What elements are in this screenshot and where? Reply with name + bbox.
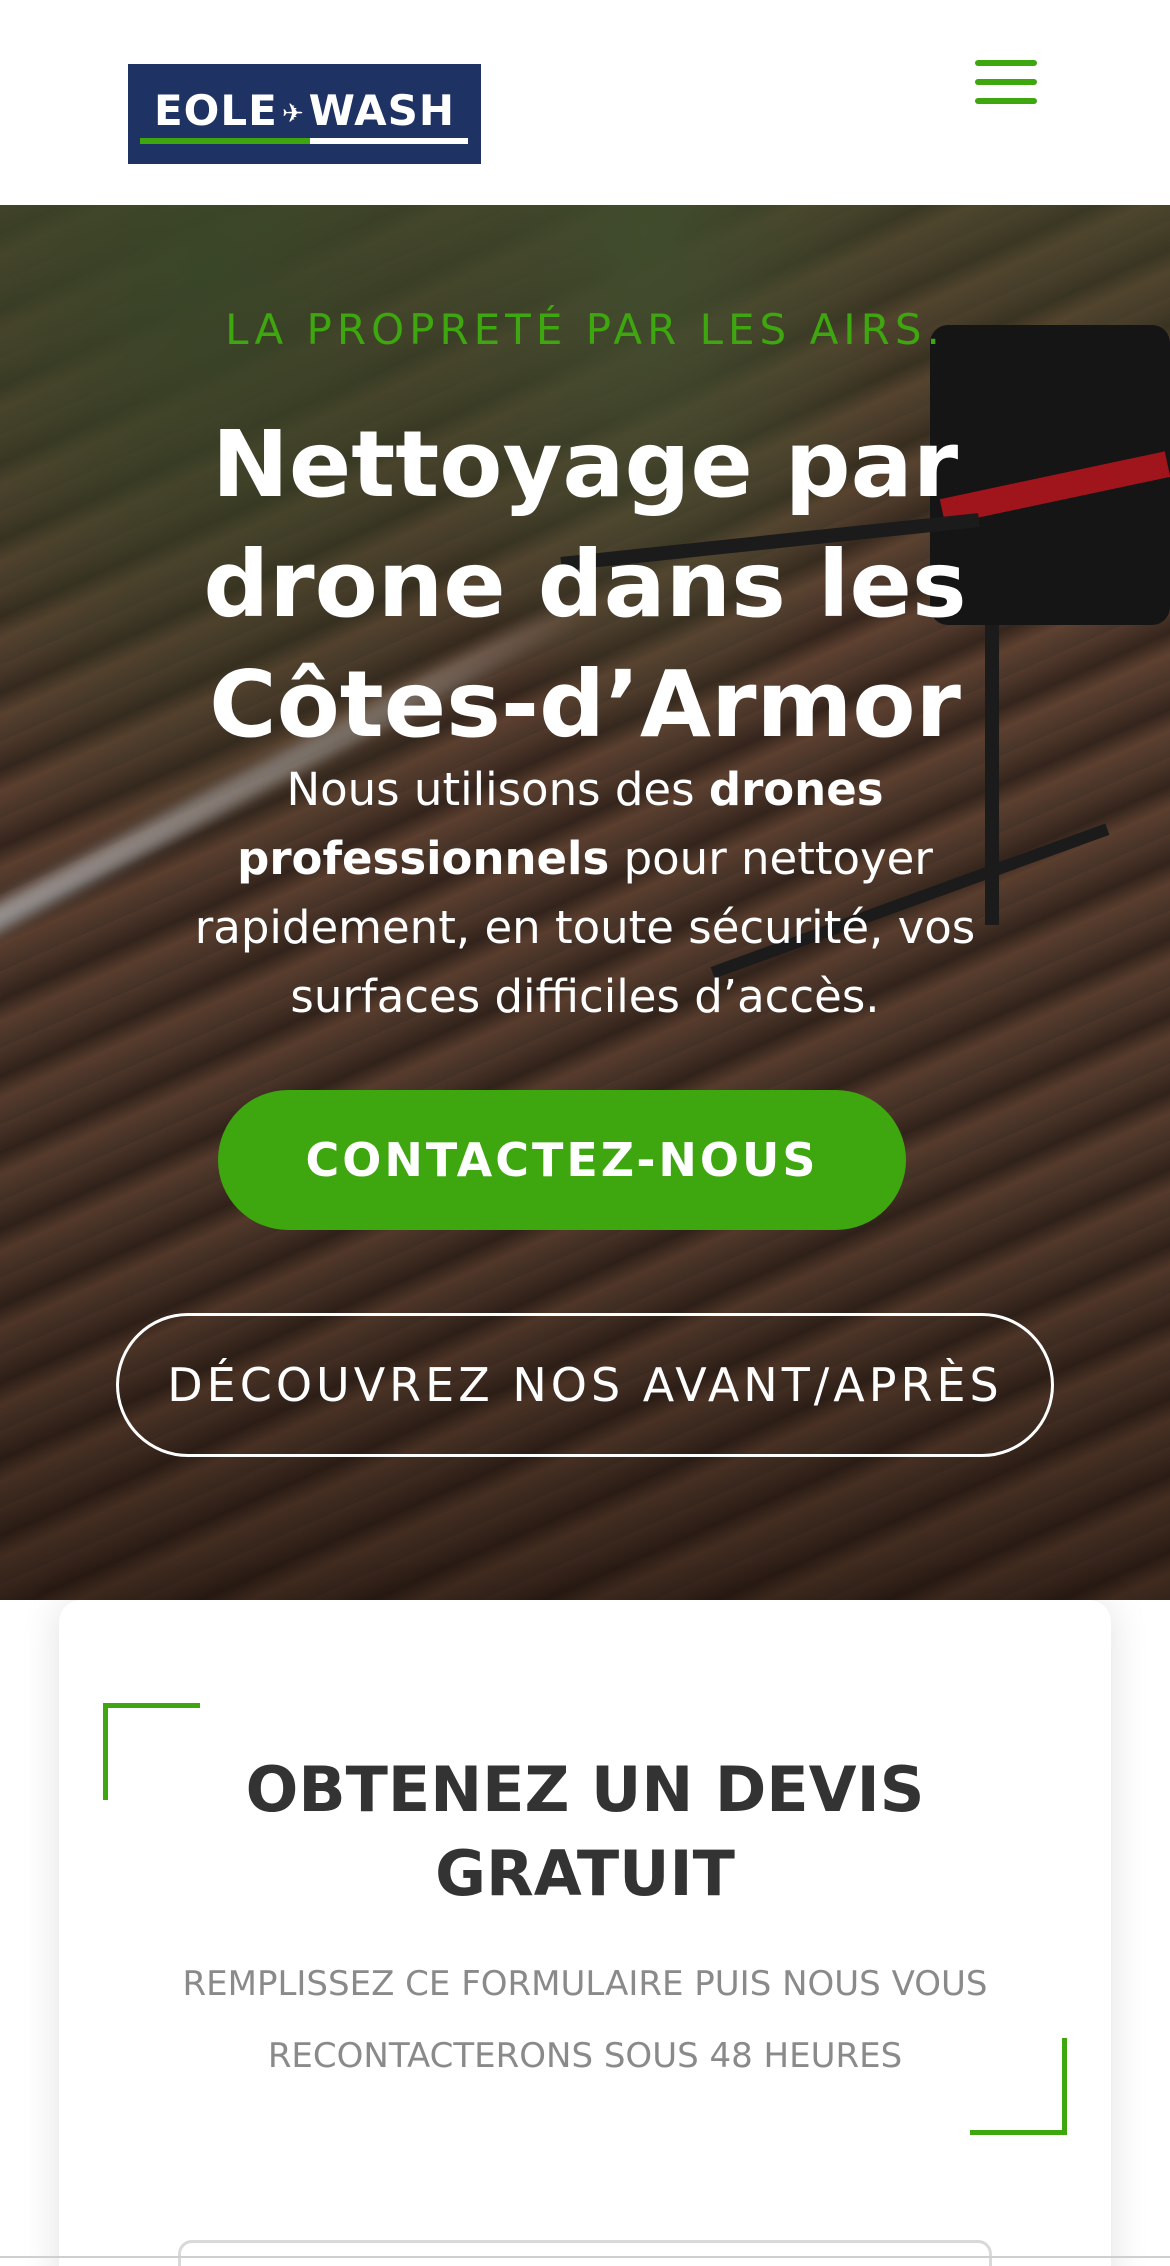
logo-underline-white [310, 138, 468, 144]
site-header: EOLE ✈WASH [0, 0, 1170, 205]
logo-text-wash: WASH [308, 86, 455, 135]
menu-bar [975, 98, 1037, 104]
contact-button[interactable]: CONTACTEZ-NOUS [218, 1090, 906, 1230]
form-input-field[interactable] [178, 2240, 992, 2266]
logo-underline-green [140, 138, 310, 144]
hero-title: Nettoyage par drone dans les Côtes-d’Arm… [203, 411, 967, 758]
menu-bar [975, 79, 1037, 85]
quote-form-card [59, 1600, 1111, 2266]
hero-section: LA PROPRETÉ PAR LES AIRS. Nettoyage par … [0, 205, 1170, 1600]
hero-kicker: LA PROPRETÉ PAR LES AIRS. [225, 305, 945, 354]
eole-wash-logo[interactable]: EOLE ✈WASH [128, 64, 481, 164]
avant-apres-button[interactable]: DÉCOUVREZ NOS AVANT/APRÈS [116, 1313, 1054, 1457]
drone-icon: ✈ [281, 98, 305, 129]
hero-description: Nous utilisons des drones professionnels… [155, 755, 1015, 1031]
quote-card-title: OBTENEZ UN DEVIS GRATUIT [245, 1753, 925, 1910]
logo-text-eole: EOLE [153, 86, 278, 135]
hamburger-menu-icon[interactable] [975, 60, 1037, 106]
logo-wordmark: EOLE ✈WASH [128, 86, 481, 135]
menu-bar [975, 60, 1037, 66]
hero-text-part1: Nous utilisons des [286, 763, 709, 816]
viewport-bottom-divider [0, 2256, 1170, 2258]
quote-card-subtitle: REMPLISSEZ CE FORMULAIRE PUIS NOUS VOUS … [182, 1964, 988, 2076]
